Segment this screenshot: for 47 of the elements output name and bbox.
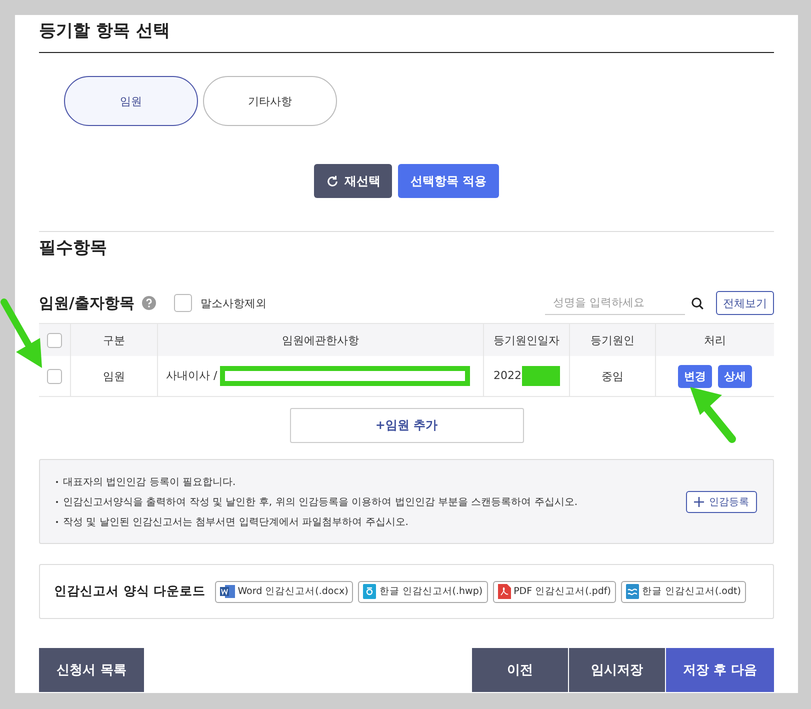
checkbox[interactable] — [174, 294, 192, 312]
search-icon[interactable] — [691, 296, 704, 310]
reset-button[interactable]: 재선택 — [314, 164, 392, 198]
download-button[interactable]: PDF 인감신고서(.pdf) — [492, 580, 616, 602]
row-action-button[interactable]: 상세 — [718, 364, 752, 388]
pdf-icon — [498, 584, 511, 599]
application-list-button[interactable]: 신청서 목록 — [39, 648, 144, 692]
add-officer-button[interactable]: +임원 추가 — [290, 408, 524, 443]
redaction-box — [522, 366, 560, 386]
plus-icon — [694, 496, 704, 506]
category-tab[interactable]: 임원 — [64, 76, 198, 126]
column-header: 처리 — [656, 324, 774, 356]
column-header: 등기원인 — [570, 324, 656, 356]
footer-button[interactable]: 저장 후 다음 — [666, 648, 774, 692]
refresh-icon — [326, 174, 340, 188]
apply-button[interactable]: 선택항목 적용 — [398, 164, 499, 198]
checkbox[interactable] — [47, 368, 62, 384]
column-header: 임원에관한사항 — [158, 324, 484, 356]
row-action-button[interactable]: 변경 — [678, 364, 712, 388]
notice-text: 인감신고서양식을 출력하여 작성 및 날인한 후, 위의 인감등록을 이용하여 법인인감 부분을 스캔등록하여 주십시오. — [63, 496, 578, 508]
seal-register-button[interactable]: 인감등록 — [686, 490, 757, 512]
download-button[interactable]: Word 인감신고서(.docx) — [214, 580, 354, 602]
document-icon — [220, 584, 235, 599]
checkbox[interactable] — [47, 332, 62, 348]
notice-text: 작성 및 날인된 인감신고서는 첨부서면 입력단계에서 파일첨부하여 주십시오. — [63, 516, 408, 528]
view-all-button[interactable]: 전체보기 — [716, 291, 774, 315]
table-cell: 임원 — [70, 356, 158, 396]
column-header: 구분 — [70, 324, 158, 356]
annotation-arrow — [688, 385, 738, 445]
document-icon — [626, 584, 639, 599]
table-cell: 2022 — [494, 369, 522, 382]
download-button[interactable]: 한글 인감신고서(.odt) — [620, 580, 746, 602]
checkbox-label: 말소사항제외 — [200, 296, 266, 310]
section-title: 필수항목 — [39, 231, 774, 259]
category-tab[interactable]: 기타사항 — [203, 76, 337, 126]
help-icon[interactable] — [142, 296, 156, 310]
document-icon — [363, 584, 376, 599]
table-cell: 사내이사 / — [166, 369, 218, 382]
notice-text: 대표자의 법인인감 등록이 필요합니다. — [63, 476, 236, 488]
table-title: 임원/출자항목 — [39, 294, 134, 312]
download-title: 인감신고서 양식 다운로드 — [54, 583, 206, 600]
column-header: 등기원인일자 — [484, 324, 570, 356]
footer-button[interactable]: 임시저장 — [569, 648, 665, 692]
footer-button[interactable]: 이전 — [472, 648, 568, 692]
section-title: 등기할 항목 선택 — [39, 15, 774, 53]
table-cell: 중임 — [570, 356, 656, 396]
download-button[interactable]: 한글 인감신고서(.hwp) — [358, 580, 488, 602]
